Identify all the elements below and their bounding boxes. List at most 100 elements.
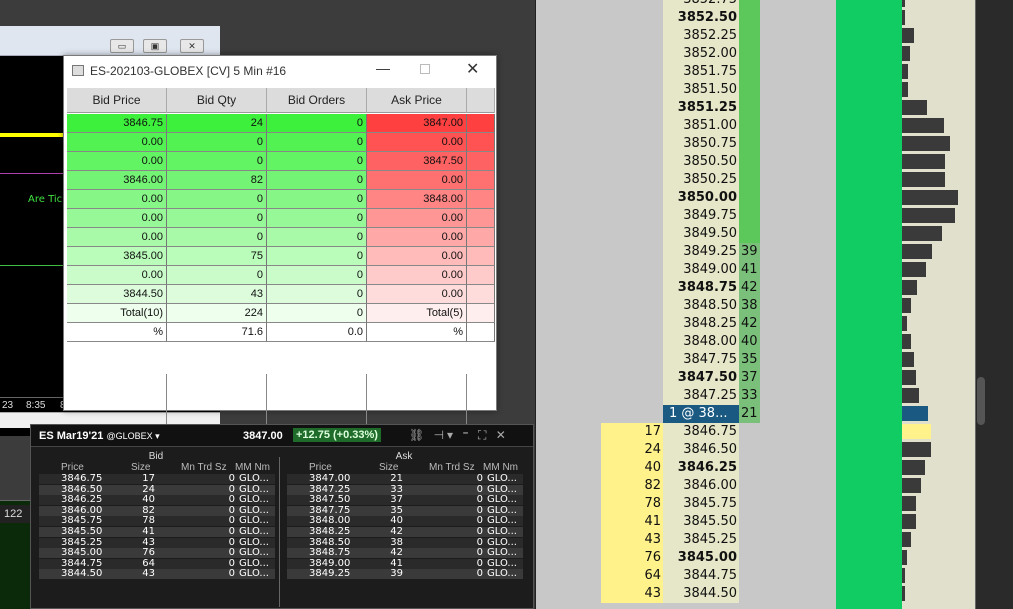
level2-panel[interactable]: ES Mar19'21 @GLOBEX ▾ 3847.00 +12.75 (+0… [30, 424, 534, 609]
order-book-row[interactable]: 3846.75 24 0 3847.00 [67, 114, 495, 133]
ladder-ask-size-cell[interactable] [739, 207, 760, 225]
ladder-price-cell[interactable]: 3850.50 [663, 153, 739, 171]
ladder-row[interactable]: 3848.00 40 [535, 333, 1013, 351]
ladder-ask-size-cell[interactable] [739, 135, 760, 153]
ladder-row[interactable]: 3848.75 42 [535, 279, 1013, 297]
column-header-bid-orders[interactable]: Bid Orders [267, 88, 367, 113]
ladder-row[interactable]: 3846.25 40 [535, 459, 1013, 477]
ladder-row[interactable]: 3844.50 43 [535, 585, 1013, 603]
ladder-row[interactable]: 3850.50 [535, 153, 1013, 171]
ladder-bid-size-cell[interactable]: 43 [601, 531, 663, 549]
bid-row[interactable]: 3844.50 43 0 GLO... [39, 569, 275, 580]
order-book-window[interactable]: ES-202103-GLOBEX [CV] 5 Min #16 — ✕ Bid … [63, 55, 497, 442]
ladder-row[interactable]: 3848.25 42 [535, 315, 1013, 333]
ladder-ask-size-cell[interactable]: 37 [739, 369, 760, 387]
order-book-row[interactable]: 3846.00 82 0 0.00 [67, 171, 495, 190]
ladder-ask-size-cell[interactable]: 35 [739, 351, 760, 369]
ladder-price-cell[interactable]: 3851.00 [663, 117, 739, 135]
ladder-price-cell[interactable]: 3846.75 [663, 423, 739, 441]
ladder-ask-size-cell[interactable]: 40 [739, 333, 760, 351]
ladder-row[interactable]: 3850.00 [535, 189, 1013, 207]
ladder-row[interactable]: 3845.50 41 [535, 513, 1013, 531]
ladder-scroll-thumb[interactable] [977, 377, 985, 425]
order-book-row[interactable]: 0.00 0 0 0.00 [67, 133, 495, 152]
ladder-bid-size-cell[interactable]: 78 [601, 495, 663, 513]
ladder-ask-size-cell[interactable]: 41 [739, 261, 760, 279]
restore-icon[interactable]: ▣ [143, 39, 167, 53]
ladder-row[interactable]: 3846.00 82 [535, 477, 1013, 495]
ladder-price-cell[interactable]: 3848.00 [663, 333, 739, 351]
bid-row[interactable]: 3846.00 82 0 GLO... [39, 505, 275, 516]
order-book-row[interactable]: 3844.50 43 0 0.00 [67, 285, 495, 304]
ladder-price-cell[interactable]: 3850.00 [663, 189, 739, 207]
ladder-ask-size-cell[interactable]: 21 [739, 405, 760, 423]
ladder-ask-size-cell[interactable] [739, 189, 760, 207]
ladder-row[interactable]: 3846.50 24 [535, 441, 1013, 459]
ladder-ask-size-cell[interactable] [739, 99, 760, 117]
ladder-row[interactable]: 3852.00 [535, 45, 1013, 63]
ladder-ask-size-cell[interactable] [739, 117, 760, 135]
ladder-row[interactable]: 3845.75 78 [535, 495, 1013, 513]
ladder-price-cell[interactable]: 3847.75 [663, 351, 739, 369]
ladder-price-cell[interactable]: 3845.50 [663, 513, 739, 531]
ladder-price-cell[interactable]: 3851.25 [663, 99, 739, 117]
ladder-row[interactable]: 3849.00 41 [535, 261, 1013, 279]
ladder-row[interactable]: 1 @ 38... 21 [535, 405, 1013, 423]
minimize-icon[interactable]: ▭ [110, 39, 134, 53]
ladder-price-cell[interactable]: 3846.25 [663, 459, 739, 477]
ladder-price-cell[interactable]: 3852.75 [663, 0, 739, 9]
column-header-bid-price[interactable]: Bid Price [67, 88, 167, 113]
ladder-ask-size-cell[interactable]: 42 [739, 315, 760, 333]
ladder-bid-size-cell[interactable]: 17 [601, 423, 663, 441]
ladder-ask-size-cell[interactable] [739, 45, 760, 63]
ladder-row[interactable]: 3851.75 [535, 63, 1013, 81]
bid-row[interactable]: 3845.50 41 0 GLO... [39, 527, 275, 537]
ladder-price-cell[interactable]: 3846.00 [663, 477, 739, 495]
ladder-ask-size-cell[interactable]: 33 [739, 387, 760, 405]
level2-toolbar-icons[interactable]: ⛓ ⊣▾ ⁼ ⛶ ✕ [409, 428, 509, 443]
close-icon[interactable]: ✕ [466, 59, 479, 79]
ladder-ask-size-cell[interactable]: 39 [739, 243, 760, 261]
ladder-row[interactable]: 3847.75 35 [535, 351, 1013, 369]
ladder-row[interactable]: 3851.00 [535, 117, 1013, 135]
order-book-row[interactable]: 0.00 0 0 0.00 [67, 228, 495, 247]
ladder-ask-size-cell[interactable] [739, 0, 760, 9]
ladder-price-cell[interactable]: 1 @ 38... [663, 405, 739, 423]
order-book-row[interactable]: Total(10) 224 0 Total(5) [67, 304, 495, 323]
column-header-ask-price[interactable]: Ask Price [367, 88, 467, 113]
ask-row[interactable]: 3848.75 42 0 GLO... [287, 548, 523, 559]
ask-row[interactable]: 3849.00 41 0 GLO... [287, 558, 523, 569]
ladder-price-cell[interactable]: 3850.25 [663, 171, 739, 189]
column-header-bid-qty[interactable]: Bid Qty [167, 88, 267, 113]
ladder-price-cell[interactable]: 3847.50 [663, 369, 739, 387]
ladder-row[interactable]: 3850.75 [535, 135, 1013, 153]
ladder-ask-size-cell[interactable] [739, 9, 760, 27]
ladder-price-cell[interactable]: 3849.00 [663, 261, 739, 279]
ladder-row[interactable]: 3849.25 39 [535, 243, 1013, 261]
ladder-price-cell[interactable]: 3848.25 [663, 315, 739, 333]
ladder-price-cell[interactable]: 3848.50 [663, 297, 739, 315]
ladder-price-cell[interactable]: 3845.25 [663, 531, 739, 549]
ladder-bid-size-cell[interactable]: 64 [601, 567, 663, 585]
order-book-row[interactable]: 0.00 0 0 0.00 [67, 266, 495, 285]
ladder-row[interactable]: 3847.50 37 [535, 369, 1013, 387]
ladder-row[interactable]: 3851.50 [535, 81, 1013, 99]
bid-row[interactable]: 3846.25 40 0 GLO... [39, 495, 275, 506]
ladder-ask-size-cell[interactable] [739, 63, 760, 81]
ladder-price-cell[interactable]: 3852.25 [663, 27, 739, 45]
ladder-bid-size-cell[interactable]: 40 [601, 459, 663, 477]
ladder-row[interactable]: 3851.25 [535, 99, 1013, 117]
bid-row[interactable]: 3845.75 78 0 GLO... [39, 516, 275, 527]
ladder-bid-size-cell[interactable]: 24 [601, 441, 663, 459]
ladder-row[interactable]: 3852.75 [535, 0, 1013, 9]
ask-row[interactable]: 3847.25 33 0 GLO... [287, 484, 523, 495]
ladder-ask-size-cell[interactable]: 38 [739, 297, 760, 315]
bid-row[interactable]: 3846.50 24 0 GLO... [39, 484, 275, 495]
ladder-ask-size-cell[interactable] [739, 171, 760, 189]
order-book-row[interactable]: % 71.6 0.0% [67, 323, 495, 342]
ladder-bid-size-cell[interactable]: 43 [601, 585, 663, 603]
ask-row[interactable]: 3848.50 38 0 GLO... [287, 537, 523, 548]
ladder-row[interactable]: 3844.75 64 [535, 567, 1013, 585]
ladder-price-cell[interactable]: 3851.75 [663, 63, 739, 81]
ladder-price-cell[interactable]: 3849.25 [663, 243, 739, 261]
